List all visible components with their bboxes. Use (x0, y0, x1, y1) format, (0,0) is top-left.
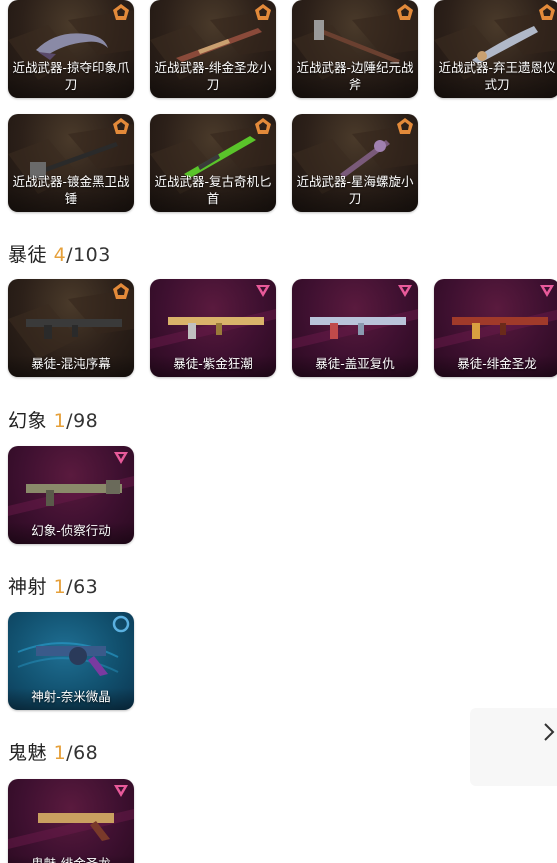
side-drawer-handle[interactable] (470, 708, 557, 786)
skin-card[interactable]: 幻象-侦察行动 (8, 446, 134, 544)
section-name: 鬼魅 (8, 742, 48, 764)
skin-card-label: 鬼魅-绯金圣龙 (8, 855, 134, 863)
section-title: 幻象 1/98 (8, 406, 98, 433)
skin-card-label: 近战武器-掠夺印象爪刀 (8, 59, 134, 98)
total-count: 98 (73, 410, 99, 432)
owned-count: 4 (53, 244, 67, 266)
pistol-icon (38, 813, 114, 841)
chevron-right-icon (544, 723, 555, 741)
skin-card[interactable]: 近战武器-镀金黑卫战锤 (8, 114, 134, 212)
owned-count: 1 (53, 576, 67, 598)
section-title: 鬼魅 1/68 (8, 738, 98, 765)
skin-card-label: 暴徒-绯金圣龙 (434, 355, 557, 377)
rifle-icon (452, 317, 548, 339)
rifle-icon (168, 317, 264, 339)
pentagon-tier-icon (255, 4, 271, 20)
section-name: 神射 (8, 576, 48, 598)
pentagon-tier-icon (397, 118, 413, 134)
skin-card[interactable]: 暴徒-紫金狂潮 (150, 279, 276, 377)
total-count: 68 (73, 742, 99, 764)
section-name: 暴徒 (8, 244, 48, 266)
skin-card[interactable]: 鬼魅-绯金圣龙 (8, 779, 134, 863)
skin-card-label: 近战武器-复古奇机匕首 (150, 173, 276, 212)
total-count: 63 (73, 576, 99, 598)
skin-card[interactable]: 近战武器-边陲纪元战斧 (292, 0, 418, 98)
skin-card[interactable]: 神射-奈米微晶 (8, 612, 134, 710)
skin-card[interactable]: 暴徒-绯金圣龙 (434, 279, 557, 377)
pentagon-tier-icon (113, 283, 129, 299)
circle-tier-icon (112, 615, 130, 633)
skin-card-label: 近战武器-弃王遗恩仪式刀 (434, 59, 557, 98)
triangle-tier-icon (114, 452, 128, 464)
skin-card-label: 暴徒-盖亚复仇 (292, 355, 418, 377)
rifle-icon (310, 317, 406, 339)
skin-card-label: 近战武器-镀金黑卫战锤 (8, 173, 134, 212)
skin-card[interactable]: 近战武器-复古奇机匕首 (150, 114, 276, 212)
skin-card[interactable]: 近战武器-掠夺印象爪刀 (8, 0, 134, 98)
pentagon-tier-icon (255, 118, 271, 134)
pentagon-tier-icon (113, 118, 129, 134)
triangle-tier-icon (540, 285, 554, 297)
skin-card-label: 幻象-侦察行动 (8, 522, 134, 544)
skin-card[interactable]: 近战武器-绯金圣龙小刀 (150, 0, 276, 98)
section-title: 暴徒 4/103 (8, 240, 111, 267)
pentagon-tier-icon (113, 4, 129, 20)
triangle-tier-icon (398, 285, 412, 297)
skin-card[interactable]: 暴徒-盖亚复仇 (292, 279, 418, 377)
section-title: 神射 1/63 (8, 572, 98, 599)
rifle-icon (26, 480, 122, 506)
skin-card-label: 暴徒-紫金狂潮 (150, 355, 276, 377)
skin-card[interactable]: 暴徒-混沌序幕 (8, 279, 134, 377)
pentagon-tier-icon (539, 4, 555, 20)
total-count: 103 (73, 244, 111, 266)
skin-card-label: 近战武器-边陲纪元战斧 (292, 59, 418, 98)
owned-count: 1 (53, 742, 67, 764)
revolver-icon (36, 646, 108, 676)
skin-card[interactable]: 近战武器-星海螺旋小刀 (292, 114, 418, 212)
skin-card-label: 近战武器-星海螺旋小刀 (292, 173, 418, 212)
collection-page: 近战武器-掠夺印象爪刀 近战武器-绯金圣龙小刀 近战武器-边陲纪元战斧 近战武器… (0, 0, 557, 863)
skin-card-label: 暴徒-混沌序幕 (8, 355, 134, 377)
skin-card[interactable]: 近战武器-弃王遗恩仪式刀 (434, 0, 557, 98)
pentagon-tier-icon (397, 4, 413, 20)
rifle-icon (26, 319, 122, 339)
triangle-tier-icon (114, 785, 128, 797)
owned-count: 1 (53, 410, 67, 432)
skin-card-label: 近战武器-绯金圣龙小刀 (150, 59, 276, 98)
section-name: 幻象 (8, 410, 48, 432)
skin-card-label: 神射-奈米微晶 (8, 688, 134, 710)
triangle-tier-icon (256, 285, 270, 297)
